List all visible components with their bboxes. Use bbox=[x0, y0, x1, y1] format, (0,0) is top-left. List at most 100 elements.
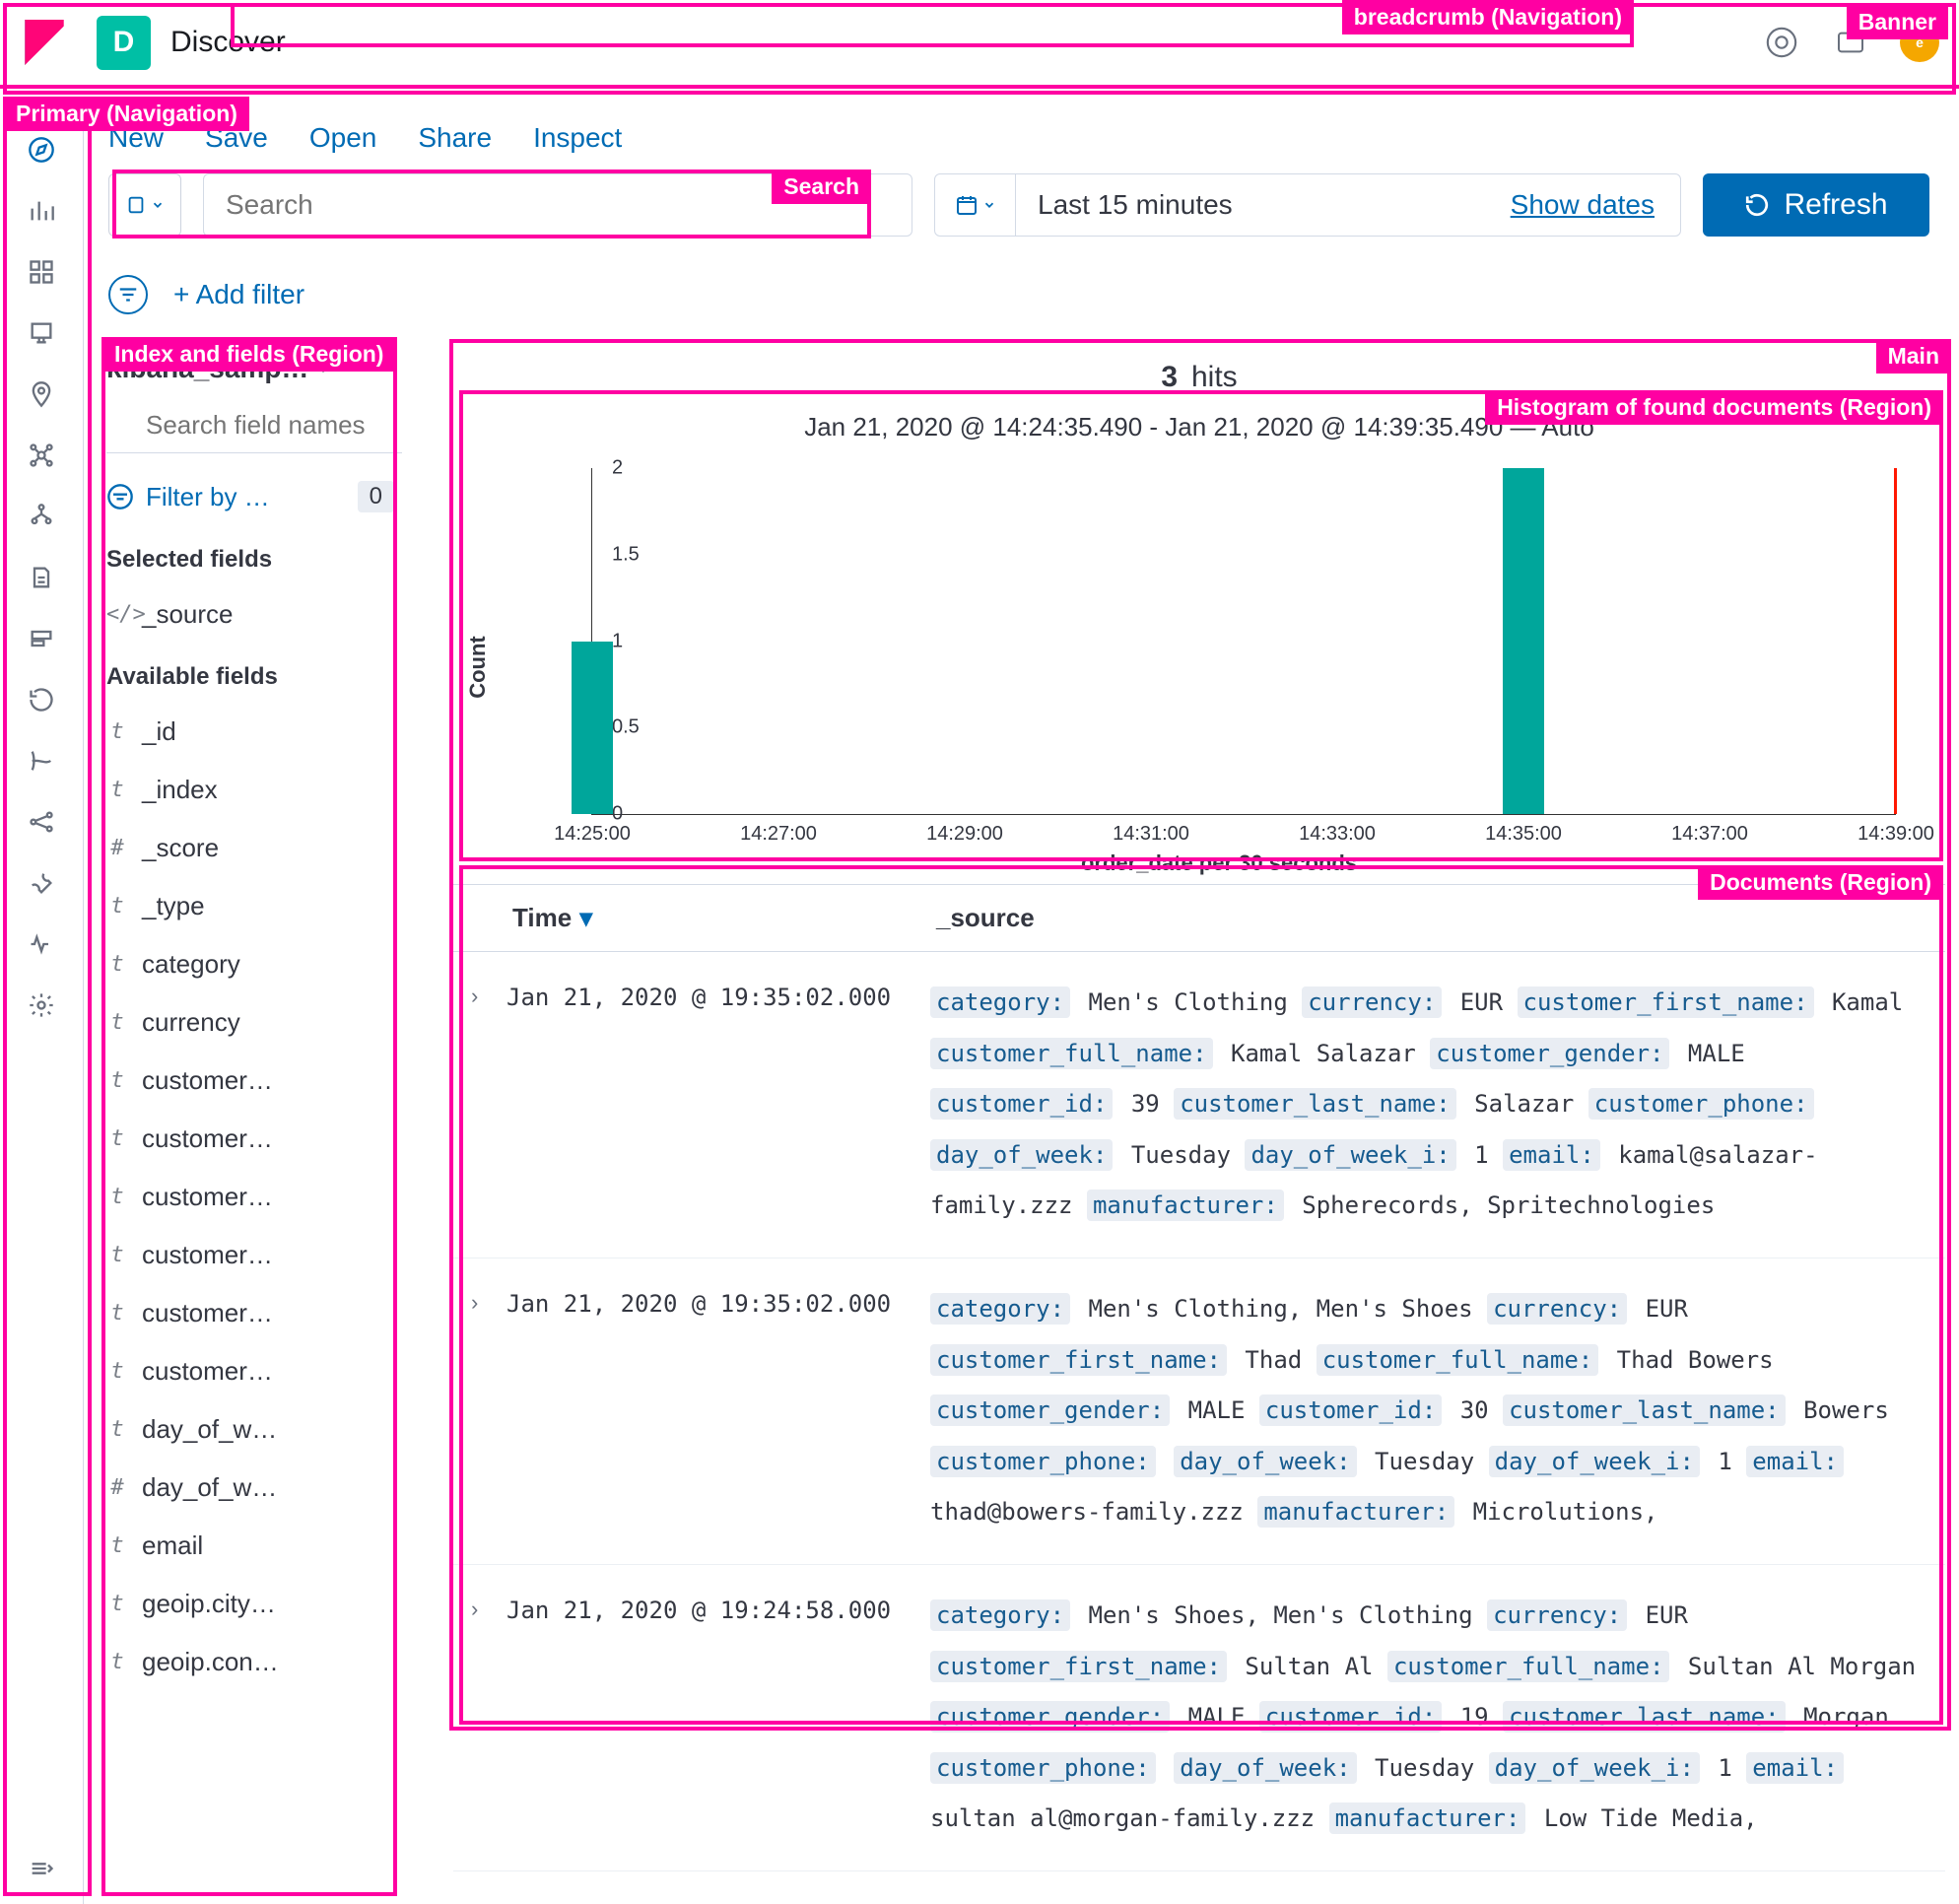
field-item[interactable]: #day_of_w… bbox=[106, 1459, 402, 1517]
show-dates-link[interactable]: Show dates bbox=[1511, 189, 1655, 221]
refresh-button[interactable]: Refresh bbox=[1703, 173, 1929, 237]
field-item[interactable]: t_type bbox=[106, 877, 402, 935]
nav-siem-icon[interactable] bbox=[26, 745, 57, 777]
nav-dashboard-icon[interactable] bbox=[26, 256, 57, 288]
field-name: geoip.con… bbox=[142, 1647, 279, 1677]
field-name: customer… bbox=[142, 1065, 273, 1096]
field-source[interactable]: </> _source bbox=[106, 585, 402, 644]
nav-visualize-icon[interactable] bbox=[26, 195, 57, 227]
expand-row-icon[interactable]: › bbox=[471, 1591, 507, 1622]
field-key: customer_full_name: bbox=[930, 1038, 1213, 1069]
field-item[interactable]: tgeoip.city… bbox=[106, 1575, 402, 1633]
newsfeed-icon[interactable] bbox=[1831, 23, 1870, 62]
row-time: Jan 21, 2020 @ 19:35:02.000 bbox=[507, 978, 930, 1011]
field-type-icon: t bbox=[106, 1650, 128, 1674]
chart-x-axis-label: order_date per 30 seconds bbox=[532, 850, 1906, 876]
nav-expand-icon[interactable] bbox=[26, 1853, 57, 1884]
histogram-caption: Jan 21, 2020 @ 14:24:35.490 - Jan 21, 20… bbox=[453, 412, 1945, 442]
calendar-button[interactable] bbox=[935, 174, 1016, 236]
field-key: email: bbox=[1503, 1139, 1600, 1171]
refresh-label: Refresh bbox=[1784, 188, 1887, 222]
field-key: day_of_week_i: bbox=[1489, 1446, 1700, 1477]
filter-by-type[interactable]: Filter by … 0 bbox=[106, 467, 402, 526]
field-key: day_of_week_i: bbox=[1489, 1752, 1700, 1784]
row-source: category: Men's Clothing, Men's Shoes cu… bbox=[930, 1284, 1927, 1538]
index-pattern-select[interactable]: kibana_samp… bbox=[106, 353, 402, 398]
filter-options-icon[interactable] bbox=[108, 275, 148, 314]
menu-open[interactable]: Open bbox=[309, 122, 377, 154]
field-item[interactable]: tcurrency bbox=[106, 993, 402, 1052]
field-item[interactable]: t _index bbox=[106, 761, 402, 819]
field-key: day_of_week: bbox=[930, 1139, 1113, 1171]
field-item[interactable]: tcustomer… bbox=[106, 1342, 402, 1400]
field-name: _id bbox=[142, 716, 176, 747]
nav-logs-icon[interactable] bbox=[26, 562, 57, 593]
nav-graph-icon[interactable] bbox=[26, 806, 57, 838]
field-name: email bbox=[142, 1530, 203, 1561]
filter-count-badge: 0 bbox=[358, 481, 394, 512]
chart-x-tick: 14:27:00 bbox=[740, 823, 817, 846]
field-key: day_of_week_i: bbox=[1245, 1139, 1455, 1171]
field-name: day_of_w… bbox=[142, 1472, 277, 1503]
row-source: category: Men's Clothing currency: EUR c… bbox=[930, 978, 1927, 1232]
menu-save[interactable]: Save bbox=[205, 122, 268, 154]
menu-inspect[interactable]: Inspect bbox=[533, 122, 622, 154]
chart-bar bbox=[1503, 468, 1544, 814]
field-item[interactable]: temail bbox=[106, 1517, 402, 1575]
nav-uptime-icon[interactable] bbox=[26, 684, 57, 715]
field-type-icon: # bbox=[106, 836, 128, 860]
nav-canvas-icon[interactable] bbox=[26, 317, 57, 349]
field-item[interactable]: t geoip.con… bbox=[106, 1633, 402, 1691]
add-filter-link[interactable]: + Add filter bbox=[173, 279, 304, 310]
field-name: _index bbox=[142, 775, 218, 805]
field-type-icon: t bbox=[106, 778, 128, 802]
saved-queries-button[interactable] bbox=[108, 173, 181, 237]
nav-infra-icon[interactable] bbox=[26, 501, 57, 532]
field-name: customer… bbox=[142, 1123, 273, 1154]
field-item[interactable]: tcustomer… bbox=[106, 1284, 402, 1342]
nav-maps-icon[interactable] bbox=[26, 378, 57, 410]
field-type-icon: t bbox=[106, 1592, 128, 1616]
help-icon[interactable] bbox=[1762, 23, 1801, 62]
search-input[interactable] bbox=[203, 173, 912, 237]
menu-new[interactable]: New bbox=[108, 122, 164, 154]
field-item[interactable]: tcategory bbox=[106, 935, 402, 993]
menu-share[interactable]: Share bbox=[418, 122, 492, 154]
field-item[interactable]: tday_of_w… bbox=[106, 1400, 402, 1459]
discover-menubar: New Save Open Share Inspect bbox=[108, 108, 622, 168]
chart-y-tick: 1 bbox=[612, 630, 623, 652]
chart-x-tick: 14:35:00 bbox=[1485, 823, 1562, 846]
histogram-chart[interactable]: Count 00.511.5214:25:0014:27:0014:29:001… bbox=[532, 460, 1906, 874]
field-item[interactable]: #_score bbox=[106, 819, 402, 877]
field-key: customer_phone: bbox=[1588, 1088, 1814, 1120]
nav-management-icon[interactable] bbox=[26, 989, 57, 1021]
selected-fields-title: Selected fields bbox=[106, 526, 402, 585]
field-item[interactable]: tcustomer… bbox=[106, 1168, 402, 1226]
col-source[interactable]: _source bbox=[936, 903, 1886, 933]
field-type-icon: </> bbox=[106, 602, 128, 627]
field-key: customer_full_name: bbox=[1387, 1651, 1670, 1682]
field-key: customer_last_name: bbox=[1503, 1394, 1786, 1426]
expand-row-icon[interactable]: › bbox=[471, 978, 507, 1009]
kibana-logo[interactable] bbox=[0, 6, 89, 80]
nav-ml-icon[interactable] bbox=[26, 440, 57, 471]
nav-apm-icon[interactable] bbox=[26, 623, 57, 654]
chart-x-tick: 14:39:00 bbox=[1858, 823, 1934, 846]
nav-monitoring-icon[interactable] bbox=[26, 928, 57, 960]
field-item[interactable]: tcustomer… bbox=[106, 1110, 402, 1168]
field-item[interactable]: t _id bbox=[106, 703, 402, 761]
date-range-text[interactable]: Last 15 minutes bbox=[1016, 189, 1511, 221]
user-avatar[interactable]: e bbox=[1900, 23, 1939, 62]
field-item[interactable]: tcustomer… bbox=[106, 1052, 402, 1110]
expand-row-icon[interactable]: › bbox=[471, 1284, 507, 1316]
field-item[interactable]: tcustomer… bbox=[106, 1226, 402, 1284]
nav-devtools-icon[interactable] bbox=[26, 867, 57, 899]
field-search-input[interactable] bbox=[106, 398, 402, 453]
field-key: manufacturer: bbox=[1257, 1496, 1454, 1528]
doc-table-header: Time ▾ _source bbox=[453, 884, 1945, 952]
filter-by-label: Filter by … bbox=[146, 482, 270, 512]
nav-discover-icon[interactable] bbox=[26, 134, 57, 166]
field-type-icon: t bbox=[106, 719, 128, 744]
space-selector[interactable]: D bbox=[97, 16, 151, 70]
col-time[interactable]: Time ▾ bbox=[512, 903, 936, 933]
